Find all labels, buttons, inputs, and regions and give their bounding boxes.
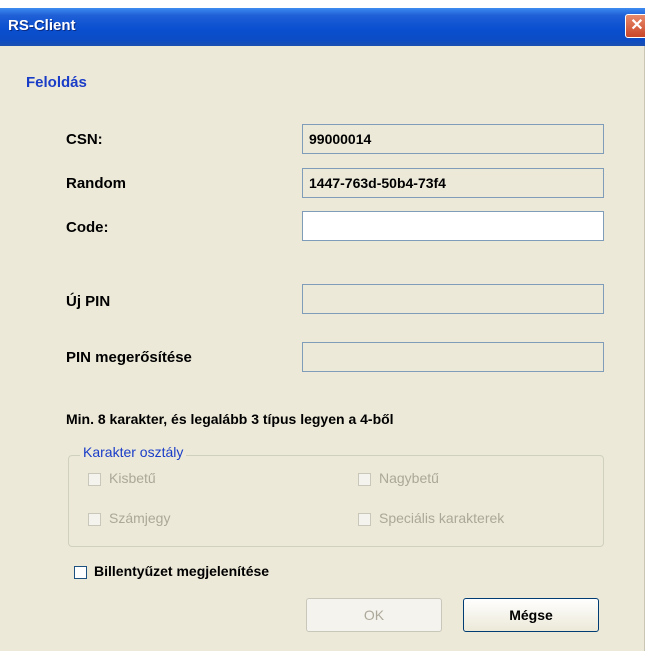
- special-chars-checkbox: [358, 513, 371, 526]
- code-label: Code:: [66, 219, 109, 236]
- uppercase-checkbox: [358, 473, 371, 486]
- lowercase-label: Kisbetű: [109, 470, 156, 486]
- csn-field: 99000014: [302, 124, 604, 154]
- new-pin-field: [302, 284, 604, 314]
- digit-label: Számjegy: [109, 510, 171, 526]
- character-class-legend: Karakter osztály: [80, 444, 187, 460]
- confirm-pin-field: [302, 342, 604, 372]
- digit-checkbox: [88, 513, 101, 526]
- cancel-button[interactable]: Mégse: [463, 598, 599, 632]
- title-bar[interactable]: RS-Client ✕: [0, 8, 645, 46]
- close-icon: ✕: [630, 17, 644, 34]
- dialog-window: RS-Client ✕ Feloldás CSN: 99000014 Rando…: [0, 8, 645, 651]
- new-pin-label: Új PIN: [66, 293, 111, 310]
- ok-button[interactable]: OK: [306, 598, 442, 632]
- special-chars-label: Speciális karakterek: [379, 510, 505, 526]
- show-keyboard-checkbox[interactable]: [74, 566, 87, 579]
- random-field: 1447-763d-50b4-73f4: [302, 168, 604, 198]
- code-input[interactable]: [303, 212, 603, 240]
- section-title: Feloldás: [26, 74, 87, 91]
- csn-label: CSN:: [66, 131, 103, 148]
- lowercase-checkbox: [88, 473, 101, 486]
- close-button[interactable]: ✕: [625, 14, 645, 38]
- password-rule-hint: Min. 8 karakter, és legalább 3 típus leg…: [66, 411, 394, 427]
- code-input-box[interactable]: [302, 211, 604, 241]
- random-label: Random: [66, 175, 126, 192]
- character-class-group: [68, 455, 604, 547]
- uppercase-label: Nagybetű: [379, 470, 439, 486]
- window-title: RS-Client: [8, 17, 76, 34]
- confirm-pin-label: PIN megerősítése: [66, 349, 192, 366]
- show-keyboard-label[interactable]: Billentyűzet megjelenítése: [94, 563, 269, 579]
